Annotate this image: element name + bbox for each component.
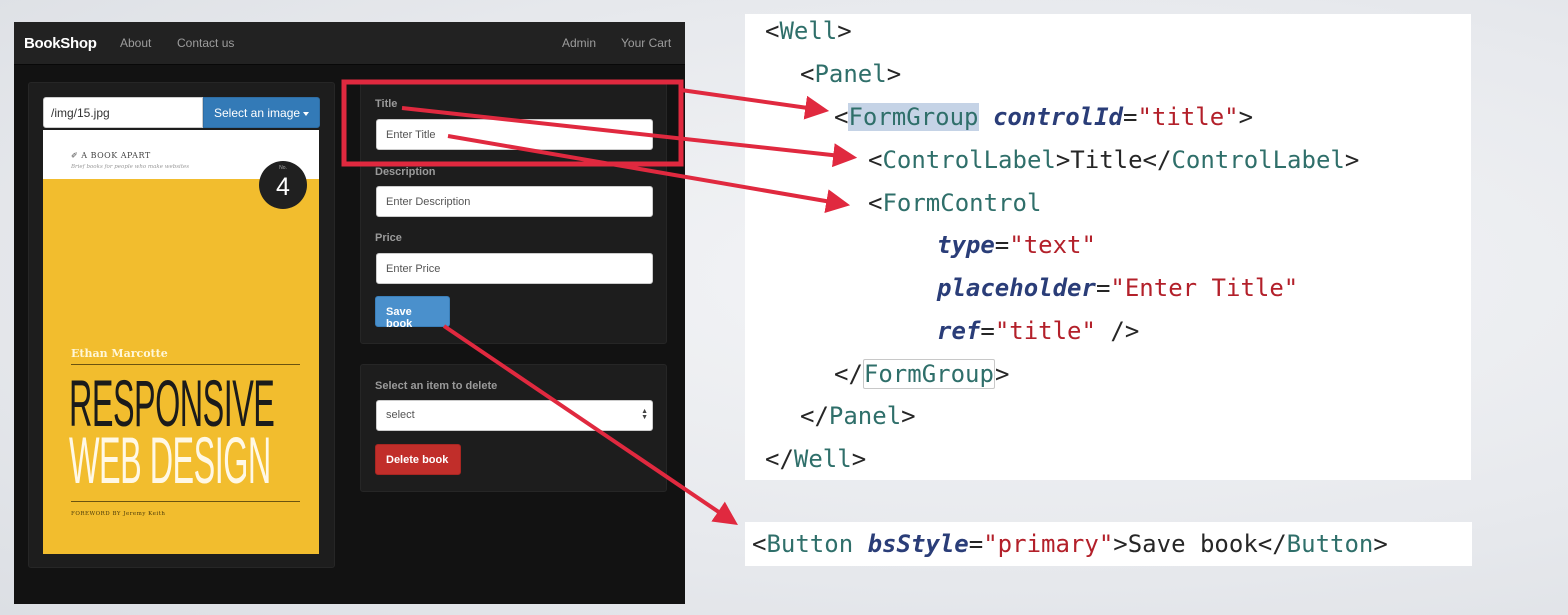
navbar: BookShop About Contact us Admin Your Car… [14, 22, 685, 65]
image-path-input[interactable]: /img/15.jpg [43, 97, 203, 128]
nav-link-about[interactable]: About [120, 36, 151, 50]
jsx-code-panel: <Well> <Panel> <FormGroup controlId="tit… [745, 14, 1471, 480]
nav-link-cart[interactable]: Your Cart [621, 36, 671, 50]
code-line-11: </Well> [765, 445, 867, 473]
select-image-dropdown[interactable]: Select an image [203, 97, 320, 128]
description-label: Description [375, 166, 436, 178]
description-input[interactable]: Enter Description [376, 186, 653, 217]
button-code-panel: <Button bsStyle="primary">Save book</But… [745, 522, 1472, 566]
code-line-7: placeholder="Enter Title" [937, 274, 1299, 302]
nav-link-admin[interactable]: Admin [562, 36, 596, 50]
code-line-10: </Panel> [800, 402, 916, 430]
button-code-line: <Button bsStyle="primary">Save book</But… [752, 530, 1388, 558]
code-line-3: <FormGroup controlId="title"> [834, 103, 1254, 131]
cover-badge-number: 4 [276, 173, 290, 201]
caret-down-icon [303, 111, 310, 116]
price-input[interactable]: Enter Price [376, 253, 653, 284]
cover-rule [71, 501, 300, 502]
cover-foreword: FOREWORD BY Jeremy Keith [71, 511, 166, 517]
code-line-2: <Panel> [800, 60, 902, 88]
code-line-1: <Well> [765, 17, 852, 45]
cover-publisher: ✐ A BOOK APART [71, 151, 151, 160]
navbar-brand[interactable]: BookShop [24, 35, 97, 52]
cover-tagline: Brief books for people who make websites [71, 164, 190, 170]
delete-book-button[interactable]: Delete book [375, 444, 461, 475]
delete-item-select[interactable]: select ▲ ▼ [376, 400, 653, 431]
title-input[interactable]: Enter Title [376, 119, 653, 150]
formgroup-selected-highlight: FormGroup [848, 103, 979, 131]
formgroup-match-highlight: FormGroup [862, 359, 995, 389]
delete-select-label: Select an item to delete [375, 380, 498, 392]
code-line-8: ref="title" /> [937, 317, 1140, 345]
code-line-6: type="text" [937, 231, 1096, 259]
cover-author: Ethan Marcotte [71, 347, 168, 360]
price-label: Price [375, 232, 402, 244]
nav-link-contact[interactable]: Contact us [177, 36, 234, 50]
cover-title-line2: WEB DESIGN [69, 423, 271, 497]
code-line-9: </FormGroup> [834, 359, 1010, 389]
select-image-label: Select an image [214, 106, 301, 120]
select-arrows-icon: ▲ ▼ [641, 408, 648, 421]
delete-select-value: select [386, 409, 415, 421]
bookshop-app-screenshot: BookShop About Contact us Admin Your Car… [14, 22, 685, 604]
book-cover-image: ✐ A BOOK APART Brief books for people wh… [43, 130, 319, 554]
code-line-4: <ControlLabel>Title</ControlLabel> [868, 146, 1360, 174]
cover-number-badge: No. 4 [259, 161, 307, 209]
cover-badge-label: No. [279, 165, 287, 171]
code-line-5: <FormControl [868, 189, 1042, 217]
cover-rule [71, 364, 300, 365]
title-label: Title [375, 98, 398, 110]
save-book-button[interactable]: Save book [375, 296, 450, 330]
